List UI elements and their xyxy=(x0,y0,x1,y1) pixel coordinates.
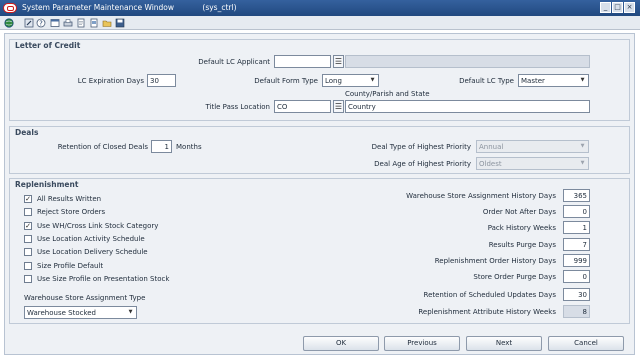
field-label: Store Order Purge Days xyxy=(473,273,556,281)
retention-closed-deals-label: Retention of Closed Deals xyxy=(57,143,148,151)
default-lc-type-select[interactable]: Master ▼ xyxy=(518,74,589,87)
cancel-button-label: Cancel xyxy=(574,339,598,347)
checkbox-label: Use Location Activity Schedule xyxy=(37,235,145,243)
wh-assignment-type-label: Warehouse Store Assignment Type xyxy=(24,294,146,302)
county-parish-state-label: County/Parish and State xyxy=(345,90,430,98)
checkbox-label: Use Location Delivery Schedule xyxy=(37,248,148,256)
window-title-text: System Parameter Maintenance Window xyxy=(22,3,175,12)
maximize-button[interactable]: □ xyxy=(612,2,623,13)
field-label: Warehouse Store Assignment History Days xyxy=(406,192,556,200)
default-form-type-label: Default Form Type xyxy=(254,77,318,85)
printer-icon[interactable] xyxy=(63,18,73,28)
default-form-type-value: Long xyxy=(325,77,342,85)
wh-assignment-type-select[interactable]: Warehouse Stocked ▼ xyxy=(24,306,137,319)
checkbox-label: All Results Written xyxy=(37,195,102,203)
checkbox-reject-store-orders[interactable] xyxy=(24,208,32,216)
ok-button-label: OK xyxy=(335,339,347,347)
default-lc-type-value: Master xyxy=(521,77,545,85)
checkbox-label: Size Profile Default xyxy=(37,262,104,270)
deal-age-priority-value: Oldest xyxy=(479,160,502,168)
field-label: Pack History Weeks xyxy=(487,224,556,232)
section-title-replenishment: Replenishment xyxy=(15,180,79,189)
cancel-button[interactable]: Cancel xyxy=(548,336,624,351)
ok-button[interactable]: OK xyxy=(303,336,379,351)
replenishment-attribute-history-weeks-input: 8 xyxy=(563,305,590,318)
lc-expiration-days-input[interactable]: 30 xyxy=(147,74,176,87)
checkbox-size-profile-default[interactable] xyxy=(24,262,32,270)
chevron-down-icon: ▼ xyxy=(580,160,585,166)
default-lc-applicant-input[interactable] xyxy=(274,55,331,68)
section-title-deals: Deals xyxy=(15,128,39,137)
oracle-app-icon xyxy=(3,3,17,13)
previous-button[interactable]: Previous xyxy=(384,336,460,351)
retention-scheduled-updates-days-input[interactable]: 30 xyxy=(563,288,590,301)
retention-closed-deals-input[interactable]: 1 xyxy=(151,140,172,153)
list-of-values-icon: ☰ xyxy=(334,57,343,66)
checkbox-use-size-profile-presentation[interactable] xyxy=(24,275,32,283)
chevron-down-icon: ▼ xyxy=(370,77,375,83)
chevron-down-icon: ▼ xyxy=(580,77,585,83)
chevron-down-icon: ▼ xyxy=(580,143,585,149)
chevron-down-icon: ▼ xyxy=(128,309,133,315)
field-label: Retention of Scheduled Updates Days xyxy=(423,291,556,299)
save-icon[interactable] xyxy=(115,18,125,28)
title-pass-location-input[interactable]: CO xyxy=(274,100,331,113)
help-icon[interactable]: ? xyxy=(36,18,46,28)
svg-text:?: ? xyxy=(39,20,43,28)
wh-store-assignment-history-days-input[interactable]: 365 xyxy=(563,189,590,202)
next-button[interactable]: Next xyxy=(466,336,542,351)
list-of-values-icon: ☰ xyxy=(334,102,343,111)
default-lc-applicant-label: Default LC Applicant xyxy=(198,58,270,66)
checkbox-use-location-delivery-schedule[interactable] xyxy=(24,248,32,256)
default-form-type-select[interactable]: Long ▼ xyxy=(322,74,379,87)
field-label: Order Not After Days xyxy=(482,208,556,216)
window-icon[interactable] xyxy=(50,18,60,28)
field-label: Replenishment Order History Days xyxy=(434,257,556,265)
window-title: System Parameter Maintenance Window (sys… xyxy=(22,3,237,12)
deal-type-priority-label: Deal Type of Highest Priority xyxy=(371,143,471,151)
default-lc-applicant-lov-button[interactable]: ☰ xyxy=(333,55,344,68)
results-purge-days-input[interactable]: 7 xyxy=(563,238,590,251)
order-not-after-days-input[interactable]: 0 xyxy=(563,205,590,218)
next-button-label: Next xyxy=(495,339,513,347)
previous-button-label: Previous xyxy=(407,339,437,347)
pack-history-weeks-input[interactable]: 1 xyxy=(563,221,590,234)
deal-age-priority-label: Deal Age of Highest Priority xyxy=(374,160,471,168)
close-button[interactable]: × xyxy=(624,2,635,13)
checkbox-use-location-activity-schedule[interactable] xyxy=(24,235,32,243)
deal-age-priority-select[interactable]: Oldest ▼ xyxy=(476,157,589,170)
lc-expiration-days-label: LC Expiration Days xyxy=(77,77,144,85)
default-lc-type-label: Default LC Type xyxy=(459,77,514,85)
wh-assignment-type-value: Warehouse Stocked xyxy=(27,309,97,317)
field-label: Results Purge Days xyxy=(488,241,556,249)
deal-type-priority-value: Annual xyxy=(479,143,504,151)
checkbox-label: Reject Store Orders xyxy=(37,208,106,216)
folder-icon[interactable] xyxy=(102,18,112,28)
section-title-letter-of-credit: Letter of Credit xyxy=(15,41,81,50)
window-subtitle: (sys_ctrl) xyxy=(202,3,237,12)
checkbox-all-results-written[interactable]: ✓ xyxy=(24,195,32,203)
checkbox-use-wh-cross-link[interactable]: ✓ xyxy=(24,222,32,230)
checkbox-label: Use Size Profile on Presentation Stock xyxy=(37,275,170,283)
page-icon[interactable] xyxy=(76,18,86,28)
deal-type-priority-select[interactable]: Annual ▼ xyxy=(476,140,589,153)
title-pass-location-description: Country xyxy=(345,100,590,113)
field-label: Replenishment Attribute History Weeks xyxy=(418,308,556,316)
months-label: Months xyxy=(176,143,202,151)
title-pass-location-label: Title Pass Location xyxy=(205,103,270,111)
document-icon[interactable] xyxy=(89,18,99,28)
replenishment-order-history-days-input[interactable]: 999 xyxy=(563,254,590,267)
checkbox-label: Use WH/Cross Link Stock Category xyxy=(37,222,159,230)
globe-icon[interactable] xyxy=(4,18,14,28)
wrench-icon[interactable] xyxy=(24,18,34,28)
minimize-button[interactable]: _ xyxy=(600,2,611,13)
default-lc-applicant-description xyxy=(345,55,590,68)
store-order-purge-days-input[interactable]: 0 xyxy=(563,270,590,283)
title-pass-location-lov-button[interactable]: ☰ xyxy=(333,100,344,113)
